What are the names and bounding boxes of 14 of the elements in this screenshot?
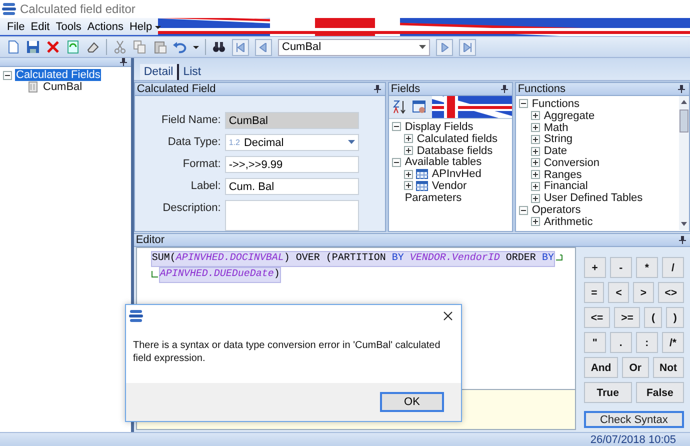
status-datetime: 26/07/2018 10:05 (590, 434, 676, 446)
field-label: Field Name: (160, 113, 221, 128)
input-field: CumBal (224, 112, 359, 129)
panel-title: Fields (390, 83, 420, 95)
field-label: Format: (182, 157, 221, 172)
field-label: Data Type: (166, 135, 221, 150)
panel-title: Functions (518, 83, 566, 95)
field-label: Label: (190, 179, 221, 194)
type-label: 1.2 (228, 138, 240, 147)
field-label: Description: (162, 201, 221, 216)
dialog-message: There is a syntax or data type conversion error in 'CumBal' calculated field expression. (132, 339, 442, 366)
panel-title: Calculated Field (136, 83, 216, 95)
window-title: Calculated field editor (20, 2, 136, 16)
panel-title: Editor (136, 234, 165, 246)
